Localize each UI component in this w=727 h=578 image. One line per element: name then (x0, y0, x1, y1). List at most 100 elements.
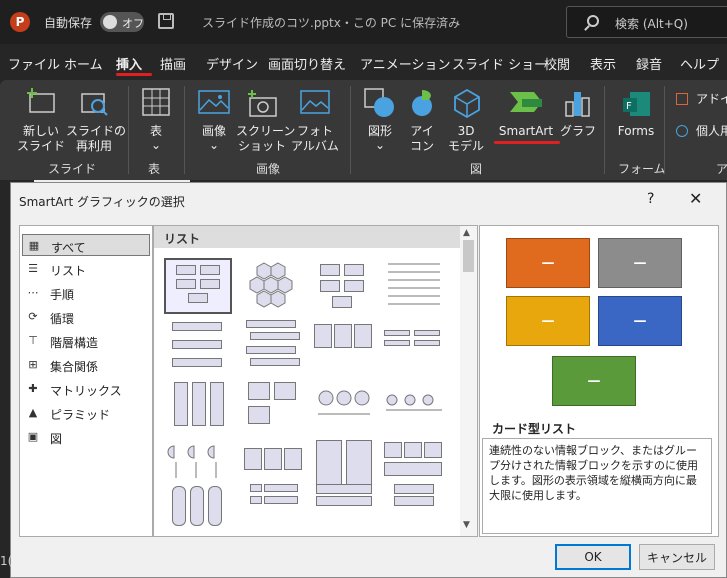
icons-button[interactable]: アイ コン (402, 84, 442, 156)
photo-album-label: フォト アルバム (291, 124, 339, 153)
category-all[interactable]: ▦ すべて (22, 234, 150, 256)
layout-horizontal-list[interactable] (380, 318, 448, 374)
category-matrix[interactable]: ✚ マトリックス (22, 378, 150, 400)
tab-insert[interactable]: 挿入 (116, 54, 142, 73)
gallery-section-header: リスト (154, 226, 460, 248)
chart-label: グラフ (560, 124, 597, 138)
3d-model-button[interactable]: 3D モデル (444, 84, 488, 156)
all-icon: ▦ (28, 239, 40, 252)
photo-album-button[interactable]: フォト アルバム (288, 84, 342, 156)
tab-design[interactable]: デザイン (206, 54, 258, 73)
category-label: リスト (50, 264, 87, 278)
personal-addins-icon (676, 125, 688, 137)
image-button[interactable]: 画像 ⌄ (192, 84, 236, 156)
image-label: 画像 (201, 124, 226, 138)
preview-box-orange: — (506, 238, 590, 288)
relationship-icon: ⊞ (28, 358, 38, 371)
powerpoint-logo-icon: P (10, 12, 30, 32)
screenshot-icon (248, 90, 277, 117)
title-bar: P 自動保存 オフ スライド作成のコツ.pptx・この PC に保存済み 検索 … (0, 0, 727, 44)
category-list-item[interactable]: ☰ リスト (22, 258, 150, 280)
scroll-up-icon[interactable]: ▲ (463, 228, 470, 238)
circles-thumbnail (318, 390, 370, 415)
category-cycle[interactable]: ⟳ 循環 (22, 306, 150, 328)
smartart-button[interactable]: SmartArt (494, 84, 558, 156)
gallery-scrollbar[interactable]: ▲ ▼ (460, 226, 477, 536)
group-forms-label: フォーム (618, 162, 666, 176)
layout-pyramid-list[interactable] (380, 482, 448, 538)
hierarchy-icon: ⊤ (28, 334, 38, 347)
tab-file[interactable]: ファイル (8, 54, 60, 73)
layout-line-list[interactable] (380, 258, 448, 314)
layout-table-list[interactable] (310, 482, 378, 538)
tab-review[interactable]: 校閲 (544, 54, 570, 73)
layout-circle-list[interactable] (310, 378, 378, 434)
category-picture[interactable]: ▣ 図 (22, 426, 150, 448)
hexagon-thumbnail (249, 262, 293, 308)
cancel-button[interactable]: キャンセル (639, 544, 715, 570)
tab-view[interactable]: 表示 (590, 54, 616, 73)
autosave-toggle-label: オフ (122, 17, 144, 30)
tab-home[interactable]: ホーム (64, 54, 103, 73)
tab-transitions[interactable]: 画面切り替え (268, 54, 346, 73)
new-slide-button[interactable]: 新しい スライド (16, 84, 66, 156)
table-button[interactable]: 表 ⌄ (136, 84, 176, 156)
chevron-down-icon: ⌄ (208, 138, 220, 152)
category-hierarchy[interactable]: ⊤ 階層構造 (22, 330, 150, 352)
forms-button[interactable]: F Forms (612, 84, 660, 156)
category-relationship[interactable]: ⊞ 集合関係 (22, 354, 150, 376)
category-label: 集合関係 (50, 360, 99, 374)
addins-button[interactable]: アドイン (672, 92, 727, 112)
layout-name: カード型リスト (492, 422, 577, 436)
process-icon: ⋯ (27, 286, 39, 299)
scroll-thumb[interactable] (463, 240, 474, 272)
layout-grouped-list[interactable] (310, 318, 378, 374)
autosave-toggle[interactable]: オフ (100, 12, 144, 32)
category-pyramid[interactable]: ▲ ピラミッド (22, 402, 150, 424)
screenshot-button[interactable]: スクリーン ショット (236, 84, 295, 156)
cycle-icon: ⟳ (28, 310, 38, 323)
personal-addins-button[interactable]: 個人用 (672, 124, 727, 144)
chart-button[interactable]: グラフ (560, 84, 596, 156)
preview-box-gray: — (598, 238, 682, 288)
shapes-button[interactable]: 図形 ⌄ (360, 84, 400, 156)
background-text-fragment: 1( (0, 554, 13, 568)
ribbon-separator (604, 86, 605, 174)
3d-model-icon (454, 88, 480, 118)
search-input[interactable]: 検索 (Alt+Q) (566, 6, 727, 38)
layout-stacked-list[interactable] (240, 318, 308, 374)
layout-bullet-circles[interactable] (380, 378, 448, 434)
save-icon[interactable] (158, 13, 174, 29)
scroll-down-icon[interactable]: ▼ (463, 520, 470, 530)
reuse-slide-button[interactable]: スライドの 再利用 (66, 84, 126, 156)
forms-label: Forms (617, 124, 655, 138)
layout-hexagon-cluster[interactable] (240, 258, 308, 314)
layout-tab-list[interactable] (240, 378, 308, 434)
preview-box-gold: — (506, 296, 590, 346)
new-slide-label: 新しい スライド (16, 124, 65, 153)
category-label: すべて (51, 241, 86, 255)
help-button[interactable]: ? (647, 191, 654, 207)
ok-button[interactable]: OK (555, 544, 631, 570)
layout-stacked-boxes[interactable] (310, 258, 378, 314)
layout-tabbed-list[interactable] (240, 482, 308, 538)
ribbon-separator (664, 86, 665, 174)
3d-model-label: 3D モデル (447, 124, 484, 153)
ribbon-separator (350, 86, 351, 174)
category-process[interactable]: ⋯ 手順 (22, 282, 150, 304)
category-list: ▦ すべて ☰ リスト ⋯ 手順 ⟳ 循環 ⊤ 階層構造 ⊞ 集合関係 ✚ マト… (19, 225, 153, 537)
chart-icon (565, 92, 590, 117)
layout-picture-list[interactable] (164, 482, 232, 538)
tab-slideshow[interactable]: スライド ショー (452, 54, 547, 73)
tab-record[interactable]: 録音 (636, 54, 662, 73)
personal-addins-label: 個人用 (696, 124, 727, 138)
new-slide-icon (27, 88, 55, 113)
layout-vertical-box-list[interactable] (164, 378, 232, 434)
tab-draw[interactable]: 描画 (160, 54, 186, 73)
close-button[interactable]: ✕ (689, 189, 702, 208)
layout-card-list[interactable] (164, 258, 232, 314)
tab-help[interactable]: ヘルプ (680, 54, 719, 73)
tab-animations[interactable]: アニメーション (360, 54, 450, 73)
layout-vertical-bullets[interactable] (164, 318, 232, 374)
section-header-label: リスト (164, 232, 201, 246)
